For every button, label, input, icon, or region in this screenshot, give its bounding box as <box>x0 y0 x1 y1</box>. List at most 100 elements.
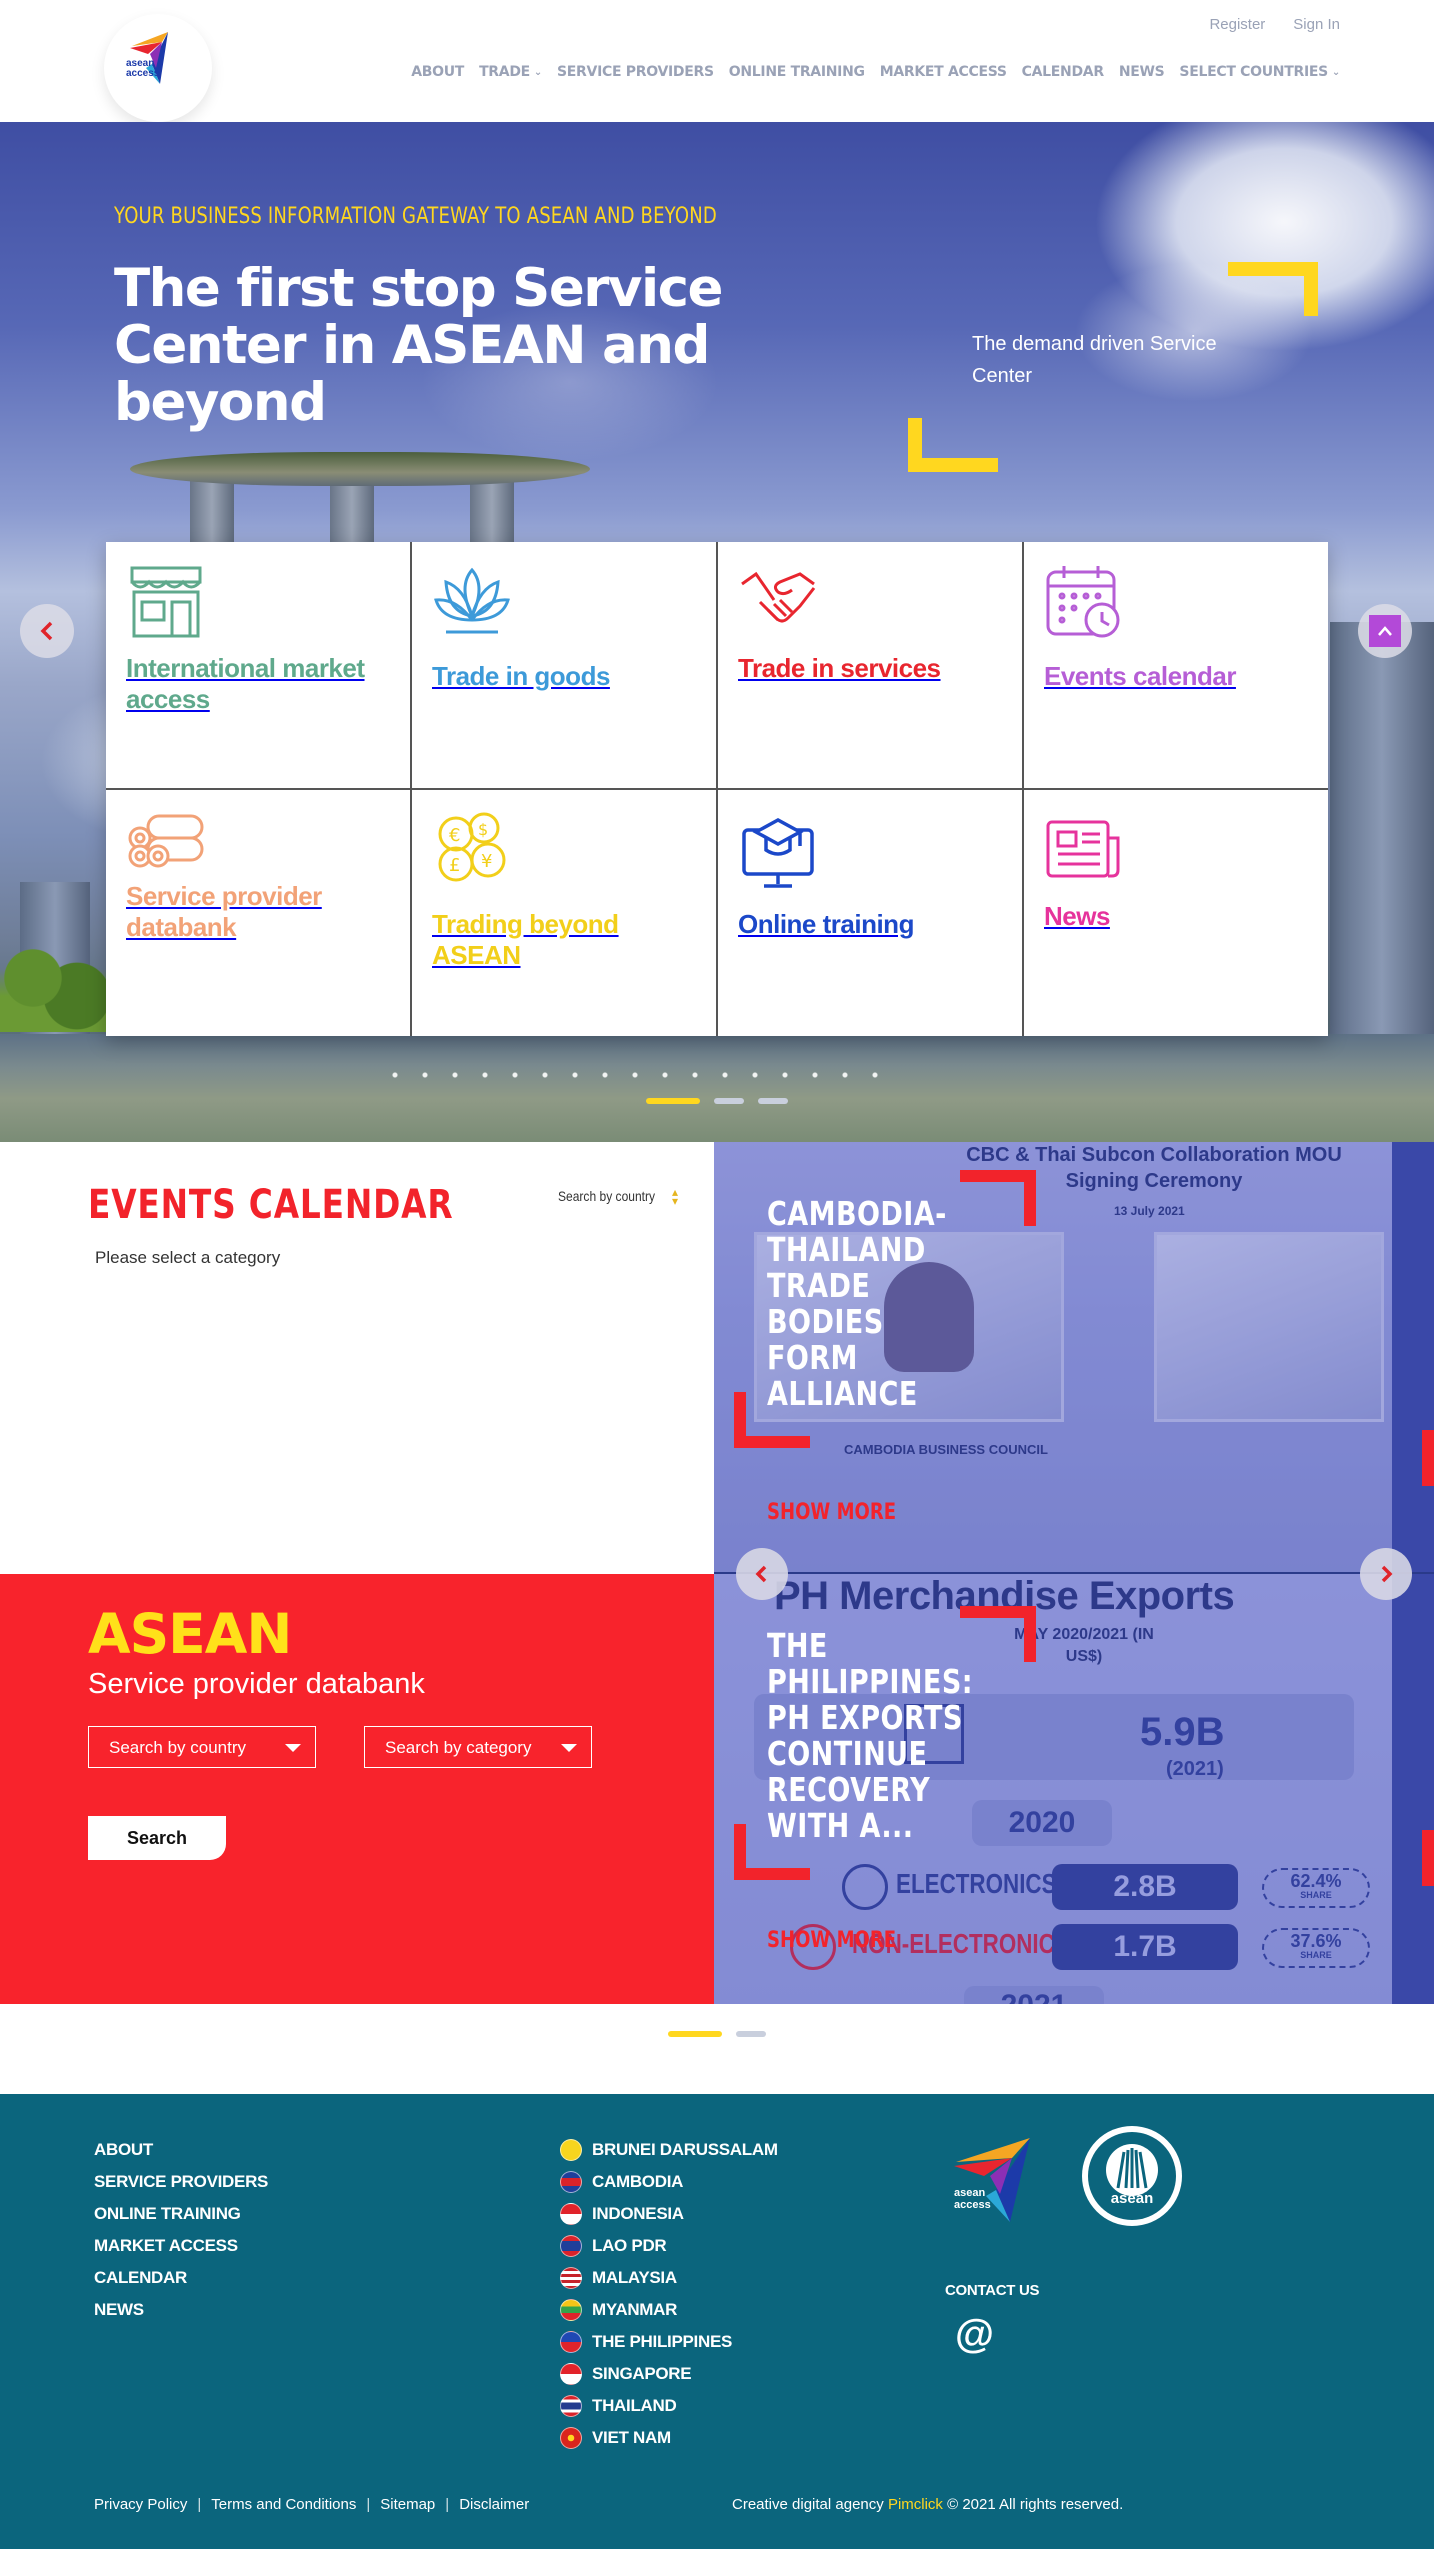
nav-market-access[interactable]: MARKET ACCESS <box>880 64 1007 80</box>
tile-trade-in-services[interactable]: Trade in services <box>718 542 1022 788</box>
footer-link-news[interactable]: NEWS <box>94 2294 268 2326</box>
logo-mark-icon: asean access <box>954 2138 1030 2222</box>
news-headline: CAMBODIA- THAILAND TRADE BODIES FORM ALL… <box>767 1194 947 1413</box>
hero-prev-button[interactable] <box>20 604 74 658</box>
news-card[interactable]: CBC & Thai Subcon Collaboration MOU Sign… <box>714 1142 1392 1572</box>
footer-link-about[interactable]: ABOUT <box>94 2134 268 2166</box>
tile-label: Online training <box>738 909 914 939</box>
service-provider-databank: ASEAN Service provider databank Search b… <box>0 1574 714 2004</box>
tile-label: Trade in goods <box>432 661 610 691</box>
nav-online-training[interactable]: ONLINE TRAINING <box>729 64 865 80</box>
footer-link-online-training[interactable]: ONLINE TRAINING <box>94 2198 268 2230</box>
nav-calendar[interactable]: CALENDAR <box>1022 64 1104 80</box>
nav-select-countries[interactable]: SELECT COUNTRIES ⌄ <box>1179 64 1340 80</box>
site-footer: ABOUT SERVICE PROVIDERS ONLINE TRAINING … <box>0 2094 1434 2549</box>
databank-search-button[interactable]: Search <box>88 1816 226 1860</box>
nav-about[interactable]: ABOUT <box>411 64 464 80</box>
philippines-flag-icon <box>560 2331 582 2353</box>
chevron-up-icon <box>1369 615 1401 647</box>
news-card[interactable]: PH Merchandise Exports MAY 2020/2021 (IN… <box>714 1574 1392 2004</box>
register-link[interactable]: Register <box>1209 16 1265 33</box>
carousel-dot[interactable] <box>668 2031 722 2037</box>
country-link-malaysia[interactable]: MALAYSIA <box>560 2262 778 2294</box>
thailand-flag-icon <box>560 2395 582 2417</box>
category-select[interactable]: Search by category <box>364 1726 592 1768</box>
show-more-link[interactable]: SHOW MORE <box>767 1500 896 1525</box>
footer-link-market-access[interactable]: MARKET ACCESS <box>94 2230 268 2262</box>
footer-credit: Creative digital agency Pimclick © 2021 … <box>732 2496 1124 2513</box>
tile-online-training[interactable]: Online training <box>718 790 1022 1036</box>
show-more-link[interactable]: SHOW MORE <box>767 1928 896 1953</box>
country-link-brunei[interactable]: BRUNEI DARUSSALAM <box>560 2134 778 2166</box>
hero-title: The first stop Service Center in ASEAN a… <box>114 258 724 433</box>
cambodia-flag-icon <box>560 2171 582 2193</box>
sign-in-link[interactable]: Sign In <box>1293 16 1340 33</box>
hero-background-building <box>1330 622 1434 1042</box>
country-link-myanmar[interactable]: MYANMAR <box>560 2294 778 2326</box>
nav-news[interactable]: NEWS <box>1119 64 1165 80</box>
carousel-dot[interactable] <box>758 1098 788 1104</box>
svg-text:¥: ¥ <box>481 851 492 872</box>
hero-kicker: YOUR BUSINESS INFORMATION GATEWAY TO ASE… <box>114 204 717 229</box>
svg-text:£: £ <box>449 855 460 876</box>
country-link-lao[interactable]: LAO PDR <box>560 2230 778 2262</box>
country-link-indonesia[interactable]: INDONESIA <box>560 2198 778 2230</box>
main-nav: ABOUT TRADE ⌄ SERVICE PROVIDERS ONLINE TR… <box>411 64 1340 80</box>
news-next-button[interactable] <box>1360 1548 1412 1600</box>
scroll-to-top-button[interactable] <box>1358 604 1412 658</box>
country-select[interactable]: Search by country <box>88 1726 316 1768</box>
email-at-icon[interactable]: @ <box>955 2312 994 2357</box>
tile-international-market-access[interactable]: International market access <box>106 542 410 788</box>
asean-access-logo[interactable]: asean access <box>104 14 212 122</box>
asean-emblem-logo[interactable]: asean <box>1082 2126 1182 2226</box>
chevron-down-icon: ⌄ <box>1331 66 1340 78</box>
country-link-philippines[interactable]: THE PHILIPPINES <box>560 2326 778 2358</box>
agency-link[interactable]: Pimclick <box>888 2496 943 2513</box>
privacy-policy-link[interactable]: Privacy Policy <box>94 2496 187 2513</box>
svg-text:access: access <box>954 2199 991 2211</box>
tile-trading-beyond-asean[interactable]: € $ £ ¥ Trading beyond ASEAN <box>412 790 716 1036</box>
sitemap-link[interactable]: Sitemap <box>380 2496 435 2513</box>
nav-trade[interactable]: TRADE ⌄ <box>479 64 542 80</box>
footer-link-calendar[interactable]: CALENDAR <box>94 2262 268 2294</box>
rice-stalks-icon <box>1106 2144 1158 2196</box>
tile-trade-in-goods[interactable]: Trade in goods <box>412 542 716 788</box>
events-calendar-panel: EVENTS CALENDAR Search by country ▴ ▾ Ple… <box>0 1142 714 1574</box>
footer-country-list: BRUNEI DARUSSALAM CAMBODIA INDONESIA LAO… <box>560 2134 778 2454</box>
viet-nam-flag-icon <box>560 2427 582 2449</box>
footer-link-service-providers[interactable]: SERVICE PROVIDERS <box>94 2166 268 2198</box>
carousel-dot[interactable] <box>714 1098 744 1104</box>
country-link-cambodia[interactable]: CAMBODIA <box>560 2166 778 2198</box>
terms-link[interactable]: Terms and Conditions <box>211 2496 356 2513</box>
tile-service-provider-databank[interactable]: Service provider databank <box>106 790 410 1036</box>
tile-label: Trade in services <box>738 653 941 683</box>
handshake-icon <box>741 571 816 623</box>
site-header: asean access Register Sign In ABOUT TRAD… <box>0 0 1434 122</box>
tile-news[interactable]: News <box>1024 790 1328 1036</box>
lao-flag-icon <box>560 2235 582 2257</box>
disclaimer-link[interactable]: Disclaimer <box>459 2496 529 2513</box>
hero-background-water <box>0 1034 1434 1142</box>
contact-us-label: CONTACT US <box>945 2282 1040 2299</box>
decorative-bracket <box>1228 262 1318 316</box>
country-link-viet-nam[interactable]: VIET NAM <box>560 2422 778 2454</box>
caret-down-icon <box>561 1744 577 1752</box>
carousel-dot[interactable] <box>646 1098 700 1104</box>
tile-events-calendar[interactable]: Events calendar <box>1024 542 1328 788</box>
sort-arrows-icon[interactable]: ▴ ▾ <box>672 1186 678 1207</box>
events-country-filter[interactable]: Search by country <box>558 1188 655 1204</box>
country-link-singapore[interactable]: SINGAPORE <box>560 2358 778 2390</box>
country-link-thailand[interactable]: THAILAND <box>560 2390 778 2422</box>
nav-service-providers[interactable]: SERVICE PROVIDERS <box>557 64 714 80</box>
svg-text:$: $ <box>478 820 488 839</box>
tile-label: Service provider databank <box>126 881 322 942</box>
asean-access-footer-logo[interactable]: asean access <box>950 2132 1042 2228</box>
hero-background-skypark <box>130 452 590 486</box>
singapore-flag-icon <box>560 2363 582 2385</box>
carousel-dot[interactable] <box>736 2031 766 2037</box>
news-prev-button[interactable] <box>736 1548 788 1600</box>
calendar-clock-icon <box>1046 566 1120 638</box>
events-calendar-title: EVENTS CALENDAR <box>88 1182 454 1228</box>
legal-links: Privacy Policy | Terms and Conditions | Si… <box>94 2496 530 2513</box>
hero-banner: YOUR BUSINESS INFORMATION GATEWAY TO ASE… <box>0 122 1434 1142</box>
